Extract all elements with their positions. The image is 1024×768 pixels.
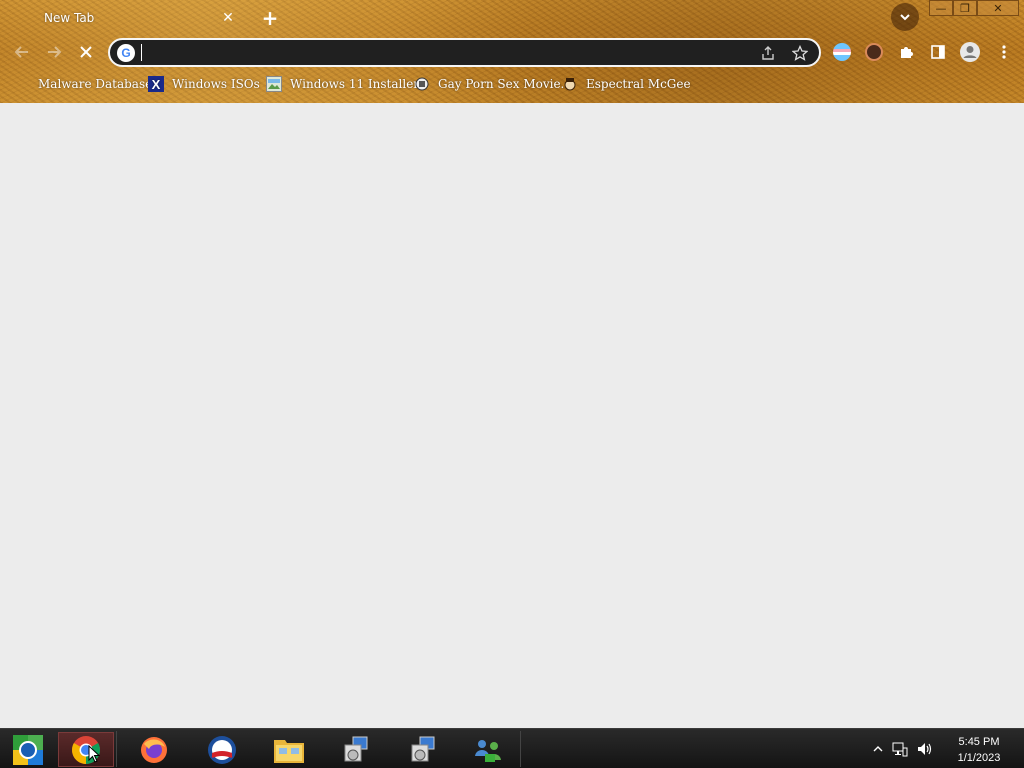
avatar-extension-icon[interactable] [864, 42, 884, 62]
translate-icon[interactable] [832, 42, 852, 62]
address-bar[interactable]: G [108, 38, 821, 67]
google-g-icon: G [117, 43, 135, 62]
volume-tray-icon[interactable] [916, 741, 932, 757]
mouse-cursor-icon [88, 745, 100, 763]
close-icon [80, 46, 92, 58]
bookmark-label: Windows ISOs [172, 77, 260, 91]
bookmark-windows-isos[interactable]: X Windows ISOs [148, 74, 260, 94]
bookmark-gay-porn-sex-movie[interactable]: Gay Porn Sex Movie... [414, 74, 572, 94]
more-menu-icon[interactable] [994, 42, 1014, 62]
taskbar-separator [116, 731, 117, 767]
arrow-left-icon [14, 46, 28, 58]
taskbar-chrome[interactable] [58, 732, 114, 767]
bookmark-windows-11-installer[interactable]: Windows 11 Installer [266, 74, 419, 94]
arrow-right-icon [48, 46, 62, 58]
game-icon [414, 76, 430, 92]
taskbar-app-3[interactable] [194, 732, 250, 767]
clock-time: 5:45 PM [958, 736, 1000, 748]
bookmark-star-icon[interactable] [789, 42, 811, 64]
bookmark-label: Gay Porn Sex Movie... [438, 77, 573, 91]
network-tray-icon[interactable] [892, 741, 908, 757]
character-icon [562, 76, 578, 92]
network-icon [892, 742, 908, 757]
tab-search-button[interactable] [891, 3, 919, 31]
system-clock[interactable]: 5:45 PM 1/1/2023 [944, 734, 1014, 766]
browser-chrome: New Tab ✕ + — ❐ ✕ G Malware Database X W… [0, 0, 1024, 103]
folder-icon [14, 76, 30, 92]
start-button[interactable] [0, 732, 56, 767]
taskbar-network-users[interactable] [460, 732, 516, 767]
address-input[interactable] [150, 42, 747, 63]
tab-title: New Tab [44, 11, 95, 25]
close-window-button[interactable]: ✕ [977, 0, 1019, 16]
share-icon[interactable] [757, 42, 779, 64]
chevron-up-icon [873, 746, 883, 752]
profile-icon[interactable] [958, 40, 982, 64]
clock-date: 1/1/2023 [957, 752, 1001, 764]
new-tab-button[interactable]: + [258, 6, 282, 30]
chevron-down-icon [900, 14, 910, 21]
tab-close-icon[interactable]: ✕ [220, 10, 236, 26]
taskbar-firefox[interactable] [126, 732, 182, 767]
forward-button[interactable] [42, 40, 66, 64]
back-button[interactable] [10, 40, 34, 64]
show-hidden-icons-button[interactable] [870, 741, 886, 757]
bookmark-malware-database[interactable]: Malware Database [14, 74, 152, 94]
installer-icon [344, 736, 368, 761]
start-orb-icon [13, 734, 43, 765]
tab-new-tab[interactable]: New Tab ✕ [8, 3, 246, 33]
stop-button[interactable] [74, 40, 98, 64]
side-panel-icon[interactable] [928, 42, 948, 62]
taskbar: 5:45 PM 1/1/2023 [0, 728, 1024, 768]
x-logo-icon: X [148, 76, 164, 92]
speaker-icon [918, 743, 932, 755]
file-explorer-icon [274, 739, 304, 763]
bookmark-label: Espectral McGee [586, 77, 691, 91]
bookmark-espectral-mcgee[interactable]: Espectral McGee [562, 74, 691, 94]
taskbar-file-explorer[interactable] [261, 732, 317, 767]
firefox-icon [141, 736, 167, 763]
bookmark-label: Malware Database [38, 77, 153, 91]
puzzle-extensions-icon[interactable] [896, 42, 916, 62]
image-icon [266, 76, 282, 92]
taskbar-separator [520, 731, 521, 767]
restore-button[interactable]: ❐ [953, 0, 977, 16]
minimize-button[interactable]: — [929, 0, 953, 16]
taskbar-installer-1[interactable] [328, 732, 384, 767]
bookmark-label: Windows 11 Installer [290, 77, 420, 91]
obama-logo-icon [208, 735, 236, 764]
page-content [0, 103, 1024, 728]
installer-icon-2 [411, 736, 435, 761]
taskbar-installer-2[interactable] [395, 732, 451, 767]
text-caret [141, 44, 142, 61]
network-users-icon [475, 739, 501, 762]
